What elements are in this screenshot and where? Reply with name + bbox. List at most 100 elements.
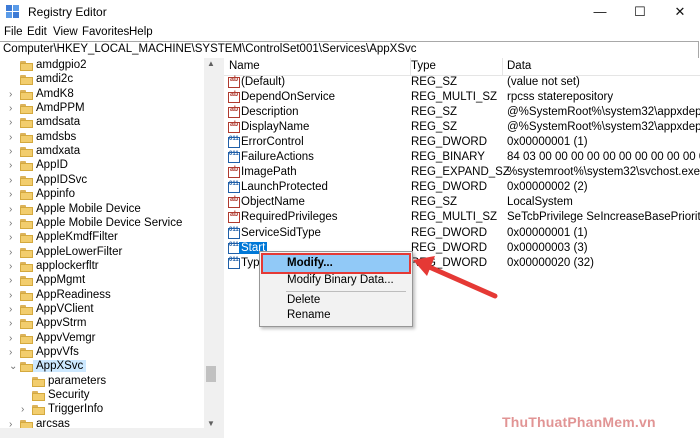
value-data: 0x00000002 (2) <box>507 181 588 194</box>
tree-item[interactable]: Security <box>0 389 204 403</box>
tree-item[interactable]: › AppVClient <box>0 303 204 317</box>
folder-icon <box>20 161 33 172</box>
chevron-right-icon[interactable]: › <box>9 232 12 243</box>
tree-item-label: amdsbs <box>36 130 77 143</box>
maximize-button[interactable]: ☐ <box>620 0 660 24</box>
column-data-header[interactable]: Data <box>502 58 700 75</box>
chevron-right-icon[interactable]: › <box>9 103 12 114</box>
value-name: ServiceSidType <box>241 226 321 239</box>
chevron-right-icon[interactable]: › <box>9 89 12 100</box>
chevron-right-icon[interactable]: › <box>9 318 12 329</box>
folder-icon <box>20 290 33 301</box>
menu-item-modify-binary[interactable]: Modify Binary Data... <box>263 272 409 289</box>
tree-item[interactable]: › AppReadiness <box>0 289 204 303</box>
menu-favorites[interactable]: Favorites <box>82 26 129 38</box>
value-row[interactable]: ImagePath REG_EXPAND_SZ%systemroot%\syste… <box>224 165 700 180</box>
value-row[interactable]: ErrorControl REG_DWORD 0x00000001 (1) <box>224 135 700 150</box>
value-row[interactable]: DisplayName REG_SZ @%SystemRoot%\system32\… <box>224 120 700 135</box>
chevron-right-icon[interactable]: › <box>9 175 12 186</box>
tree-item[interactable]: › AppMgmt <box>0 274 204 288</box>
folder-icon <box>20 61 33 71</box>
value-row[interactable]: Description REG_SZ @%SystemRoot%\system32\… <box>224 105 700 120</box>
tree-item[interactable]: › AppleKmdfFilter <box>0 231 204 245</box>
chevron-right-icon[interactable]: › <box>9 189 12 200</box>
tree-item[interactable]: › applockerfltr <box>0 260 204 274</box>
value-name: FailureActions <box>241 151 314 164</box>
chevron-right-icon[interactable]: › <box>9 347 12 358</box>
value-type: REG_SZ <box>411 121 458 134</box>
tree-item[interactable]: amdgpio2 <box>0 59 204 73</box>
value-type: REG_DWORD <box>411 181 488 194</box>
tree-item[interactable]: ⌄ AppXSvc <box>0 360 204 374</box>
tree-item-label: AppvVemgr <box>36 331 96 344</box>
menu-item-rename[interactable]: Rename <box>263 307 409 324</box>
key-tree[interactable]: amdgpio2 amdi2c › AmdK8 › AmdPPM › amdsata › amds… <box>0 58 218 438</box>
value-data: @%SystemRoot%\system32\appxdeployments <box>507 106 700 119</box>
tree-item[interactable]: › AmdPPM <box>0 102 204 116</box>
address-bar[interactable]: Computer\HKEY_LOCAL_MACHINE\SYSTEM\Contr… <box>0 41 699 59</box>
column-type-header[interactable]: Type <box>406 58 503 75</box>
tree-item-label: Appinfo <box>36 188 76 201</box>
chevron-right-icon[interactable]: › <box>9 290 12 301</box>
value-name: ObjectName <box>241 196 305 209</box>
chevron-right-icon[interactable]: › <box>9 204 12 215</box>
chevron-right-icon[interactable]: › <box>9 218 12 229</box>
chevron-right-icon[interactable]: › <box>9 117 12 128</box>
value-row[interactable]: ServiceSidType REG_DWORD 0x00000001 (1) <box>224 226 700 241</box>
tree-item-label: AppReadiness <box>36 288 111 301</box>
chevron-down-icon[interactable]: ⌄ <box>9 361 17 372</box>
value-row[interactable]: (Default) REG_SZ (value not set) <box>224 75 700 90</box>
value-row[interactable]: LaunchProtected REG_DWORD 0x00000002 (2) <box>224 180 700 195</box>
folder-icon <box>20 362 33 373</box>
close-button[interactable]: ✕ <box>660 0 700 24</box>
tree-item[interactable]: › AmdK8 <box>0 88 204 102</box>
menu-view[interactable]: View <box>53 26 78 38</box>
menu-item-modify[interactable]: Modify... <box>261 253 411 274</box>
menu-edit[interactable]: Edit <box>27 26 47 38</box>
value-name: Description <box>241 106 299 119</box>
tree-item[interactable]: › TriggerInfo <box>0 403 204 417</box>
tree-horizontal-scrollbar[interactable] <box>0 428 218 438</box>
chevron-right-icon[interactable]: › <box>9 160 12 171</box>
menu-help[interactable]: Help <box>129 26 153 38</box>
chevron-right-icon[interactable]: › <box>9 275 12 286</box>
scroll-up-icon[interactable]: ▲ <box>204 58 218 70</box>
chevron-right-icon[interactable]: › <box>21 404 24 415</box>
chevron-right-icon[interactable]: › <box>9 146 12 157</box>
tree-item[interactable]: › amdsbs <box>0 131 204 145</box>
tree-item[interactable]: › AppleLowerFilter <box>0 246 204 260</box>
tree-item[interactable]: › Apple Mobile Device <box>0 203 204 217</box>
tree-item-label: AmdK8 <box>36 87 74 100</box>
tree-item[interactable]: › amdxata <box>0 145 204 159</box>
tree-item[interactable]: amdi2c <box>0 73 204 87</box>
chevron-right-icon[interactable]: › <box>9 132 12 143</box>
tree-item[interactable]: › AppvStrm <box>0 317 204 331</box>
registry-editor-icon <box>6 5 19 18</box>
folder-icon <box>32 376 45 387</box>
column-name-header[interactable]: Name <box>224 58 411 75</box>
chevron-right-icon[interactable]: › <box>9 247 12 258</box>
tree-item[interactable]: parameters <box>0 375 204 389</box>
tree-item[interactable]: › amdsata <box>0 116 204 130</box>
minimize-button[interactable]: — <box>580 0 620 24</box>
tree-item-label: AppMgmt <box>36 274 86 287</box>
value-row[interactable]: FailureActions REG_BINARY 84 03 00 00 00 0… <box>224 150 700 165</box>
tree-item[interactable]: › AppvVfs <box>0 346 204 360</box>
chevron-right-icon[interactable]: › <box>9 261 12 272</box>
value-row[interactable]: RequiredPrivileges REG_MULTI_SZ SeTcbPrivi… <box>224 210 700 225</box>
menu-item-modify-label: Modify... <box>287 257 333 269</box>
scroll-thumb[interactable] <box>206 366 216 382</box>
tree-item[interactable]: › AppID <box>0 159 204 173</box>
value-row[interactable]: ObjectName REG_SZ LocalSystem <box>224 195 700 210</box>
tree-item[interactable]: › AppvVemgr <box>0 332 204 346</box>
chevron-right-icon[interactable]: › <box>9 304 12 315</box>
value-type: REG_BINARY <box>411 151 485 164</box>
tree-item[interactable]: › AppIDSvc <box>0 174 204 188</box>
tree-scrollbar[interactable]: ▲ ▼ <box>204 58 218 430</box>
value-row[interactable]: DependOnService REG_MULTI_SZ rpcss statere… <box>224 90 700 105</box>
values-list[interactable]: Name Type Data (Default) REG_SZ (value not… <box>224 58 700 438</box>
tree-item[interactable]: › Apple Mobile Device Service <box>0 217 204 231</box>
tree-item[interactable]: › Appinfo <box>0 188 204 202</box>
menu-file[interactable]: File <box>4 26 23 38</box>
chevron-right-icon[interactable]: › <box>9 333 12 344</box>
